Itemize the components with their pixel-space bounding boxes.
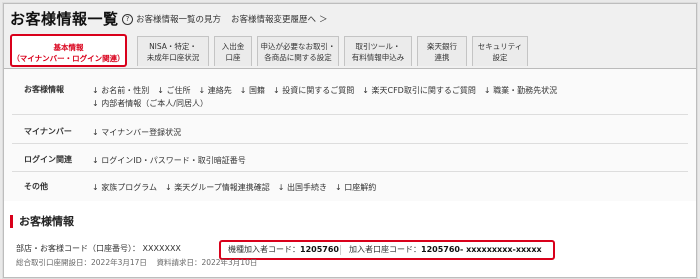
tab-trading-tools[interactable]: 取引ツール・ 有料情報申込み <box>344 36 412 66</box>
link-name-gender[interactable]: お名前・性別 <box>92 86 149 95</box>
link-cfd-questions[interactable]: 楽天CFD取引に関するご質問 <box>362 86 476 95</box>
row-links: 家族プログラム楽天グループ情報連携確認出国手続き口座解約 <box>92 181 652 194</box>
row-label: マイナンバー <box>24 127 72 136</box>
tab-trade-settings[interactable]: 申込が必要なお取引・ 各商品に関する設定 <box>257 36 339 66</box>
divider <box>340 245 341 255</box>
tab-sublabel: 口座 <box>225 53 241 62</box>
help-link-label: お客様情報一覧の見方 <box>136 15 222 25</box>
link-address[interactable]: ご住所 <box>157 86 190 95</box>
question-icon: ? <box>122 14 133 25</box>
row-label: ログイン関連 <box>24 155 72 164</box>
history-link-label: お客様情報変更履歴へ <box>231 15 317 25</box>
tab-bar: 基本情報 （マイナンバー・ログイン関連） NISA・特定・ 未成年口座状況 入出… <box>4 32 696 69</box>
branch-code-line: 部店・お客様コード（口座番号）： XXXXXXX <box>16 243 181 254</box>
account-code-label: 加入者口座コード： <box>349 245 421 254</box>
tab-bank-link[interactable]: 楽天銀行 連携 <box>417 36 467 66</box>
branch-code-label: 部店・お客様コード（口座番号）： <box>16 244 140 253</box>
tab-sublabel: 有料情報申込み <box>351 53 405 62</box>
tab-label: 取引ツール・ <box>355 42 401 51</box>
open-date-label: 総合取引口座開設日： <box>16 258 91 267</box>
tab-sublabel: 各商品に関する設定 <box>264 53 332 62</box>
tab-nisa[interactable]: NISA・特定・ 未成年口座状況 <box>137 36 209 66</box>
row-label: その他 <box>24 182 48 191</box>
link-family-program[interactable]: 家族プログラム <box>92 183 157 192</box>
history-link[interactable]: お客様情報変更履歴へ＞ <box>231 13 328 25</box>
tab-sublabel: 連携 <box>434 53 450 62</box>
link-close-account[interactable]: 口座解約 <box>335 183 376 192</box>
tab-deposit-withdraw[interactable]: 入出金 口座 <box>214 36 252 66</box>
tab-label: NISA・特定・ <box>149 42 197 51</box>
open-date-value: 2022年3月17日 <box>91 258 147 267</box>
page-header: お客様情報一覧 ? お客様情報一覧の見方 お客様情報変更履歴へ＞ <box>4 4 696 32</box>
section-title: お客様情報 <box>10 215 74 228</box>
tab-label: 楽天銀行 <box>427 42 457 51</box>
tab-label: セキュリティ <box>477 42 523 51</box>
link-departure[interactable]: 出国手続き <box>278 183 327 192</box>
link-insider-info[interactable]: 内部者情報（ご本人/同居人） <box>92 99 208 108</box>
account-code: 加入者口座コード：1205760- xxxxxxxxx-xxxxx <box>349 242 542 258</box>
row-label: お客様情報 <box>24 85 64 94</box>
link-contact[interactable]: 連絡先 <box>199 86 232 95</box>
tab-sublabel: 設定 <box>492 53 508 62</box>
member-code-box: 機種加入者コード：1205760 加入者口座コード：1205760- xxxxx… <box>219 240 555 260</box>
tab-label: 入出金 <box>221 42 245 51</box>
link-login-password[interactable]: ログインID・パスワード・取引暗証番号 <box>92 156 246 165</box>
link-occupation[interactable]: 職業・勤務先状況 <box>484 86 557 95</box>
link-nationality[interactable]: 国籍 <box>240 86 265 95</box>
account-code-value: 1205760- xxxxxxxxx-xxxxx <box>421 245 542 254</box>
link-mynumber-status[interactable]: マイナンバー登録状況 <box>92 128 181 137</box>
link-investment-questions[interactable]: 投資に関するご質問 <box>273 86 354 95</box>
member-code: 機種加入者コード：1205760 <box>228 242 339 258</box>
page-frame: お客様情報一覧 ? お客様情報一覧の見方 お客様情報変更履歴へ＞ 基本情報 （マイ… <box>3 3 697 278</box>
request-date-value: 2022年3月10日 <box>201 258 258 267</box>
tab-security[interactable]: セキュリティ 設定 <box>472 36 528 66</box>
page-title: お客様情報一覧 <box>10 10 119 28</box>
tab-label: 基本情報 <box>53 43 84 52</box>
divider <box>12 114 688 115</box>
branch-code-value: XXXXXXX <box>142 244 181 253</box>
row-links: マイナンバー登録状況 <box>92 126 652 139</box>
member-code-label: 機種加入者コード： <box>228 245 300 254</box>
tab-sublabel: （マイナンバー・ログイン関連） <box>12 54 125 63</box>
chevron-right-icon: ＞ <box>319 15 328 25</box>
row-links: ログインID・パスワード・取引暗証番号 <box>92 154 652 167</box>
divider <box>12 143 688 144</box>
link-group-info[interactable]: 楽天グループ情報連携確認 <box>165 183 270 192</box>
help-link[interactable]: ? お客様情報一覧の見方 <box>122 13 221 25</box>
member-code-value: 1205760 <box>300 245 339 254</box>
tab-basic-info[interactable]: 基本情報 （マイナンバー・ログイン関連） <box>10 34 127 67</box>
divider <box>12 171 688 172</box>
menu-rows: お客様情報 お名前・性別ご住所連絡先国籍投資に関するご質問楽天CFD取引に関する… <box>4 69 696 201</box>
dates-line: 総合取引口座開設日：2022年3月17日 資料請求日：2022年3月10日 <box>16 257 257 268</box>
request-date-label: 資料請求日： <box>156 258 202 267</box>
row-links: お名前・性別ご住所連絡先国籍投資に関するご質問楽天CFD取引に関するご質問職業・… <box>92 84 652 110</box>
tab-label: 申込が必要なお取引・ <box>260 42 336 51</box>
tab-sublabel: 未成年口座状況 <box>146 53 200 62</box>
